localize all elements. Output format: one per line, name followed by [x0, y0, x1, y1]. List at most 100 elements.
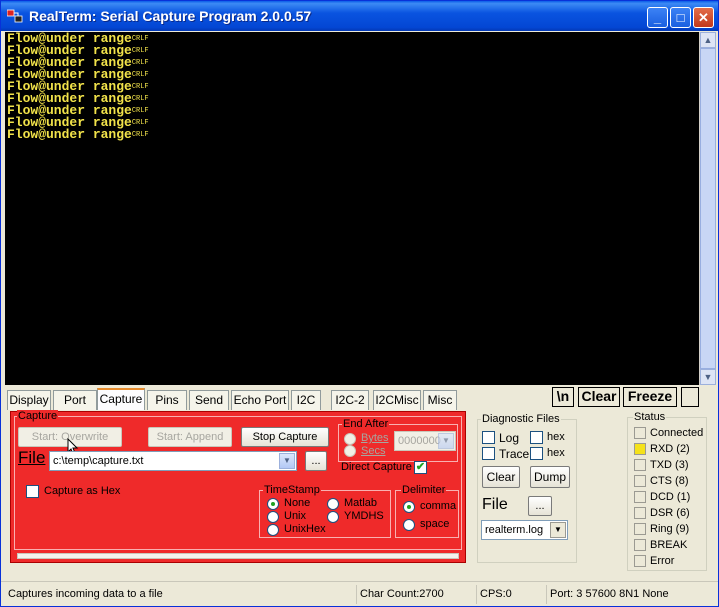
trace-hex-checkbox[interactable]: [530, 447, 543, 460]
error-label: Error: [650, 555, 675, 567]
maximize-button[interactable]: □: [670, 7, 691, 28]
capture-file-path-value: c:\temp\capture.txt: [53, 455, 144, 467]
tab-misc[interactable]: Misc: [423, 390, 457, 410]
start-append-button[interactable]: Start: Append: [148, 427, 232, 447]
dsr-led: [634, 507, 646, 519]
status-label: Status: [633, 411, 667, 423]
delimiter-comma-label: comma: [420, 500, 457, 512]
newline-button[interactable]: \n: [552, 387, 574, 407]
dcd-label: DCD (1): [650, 491, 691, 503]
break-label: BREAK: [650, 539, 688, 551]
timestamp-ymdhs-radio[interactable]: [327, 511, 339, 523]
capture-progress-bar: [17, 553, 459, 559]
log-checkbox[interactable]: [482, 431, 495, 444]
end-after-label: End After: [342, 418, 390, 430]
ring-label: Ring (9): [650, 523, 690, 535]
tab-port[interactable]: Port: [53, 390, 97, 410]
log-label: Log: [499, 431, 520, 445]
char-count: Char Count:2700: [356, 585, 474, 604]
terminal-lines: Flow@under rangeCRLF Flow@under rangeCRLF…: [7, 32, 149, 142]
close-button[interactable]: ✕: [693, 7, 714, 28]
trace-label: Trace: [499, 447, 530, 461]
diag-clear-button[interactable]: Clear: [482, 466, 520, 488]
port-settings: Port: 3 57600 8N1 None: [546, 585, 714, 604]
status-bar: Captures incoming data to a file Char Co…: [1, 581, 718, 606]
diagnostic-files-group: Diagnostic Files Log hex Trace hex Clear…: [477, 413, 577, 563]
terminal-output[interactable]: Flow@under rangeCRLF Flow@under rangeCRLF…: [5, 32, 699, 385]
extra-toggle-button[interactable]: [681, 387, 699, 407]
break-led: [634, 539, 646, 551]
delimiter-group: [395, 490, 459, 538]
browse-capture-file-button[interactable]: ...: [305, 451, 327, 471]
timestamp-unix-radio[interactable]: [267, 511, 279, 523]
end-after-secs-radio[interactable]: [344, 445, 356, 457]
tab-i2c-2[interactable]: I2C-2: [331, 390, 369, 410]
crlf-marker: CRLF: [131, 95, 149, 103]
capture-group-label: Capture: [17, 410, 59, 422]
dsr-label: DSR (6): [650, 507, 690, 519]
tab-capture[interactable]: Capture: [97, 388, 145, 410]
freeze-button[interactable]: Freeze: [623, 387, 677, 407]
delimiter-space-radio[interactable]: [403, 519, 415, 531]
stop-capture-button[interactable]: Stop Capture: [241, 427, 329, 447]
timestamp-none-label: None: [284, 497, 311, 509]
status-hint: Captures incoming data to a file: [8, 588, 163, 600]
capture-file-path[interactable]: c:\temp\capture.txt ▼: [49, 451, 297, 471]
tab-display[interactable]: Display: [7, 390, 51, 410]
capture-as-hex-checkbox[interactable]: [26, 485, 39, 498]
diag-dropdown-icon[interactable]: ▼: [550, 522, 566, 538]
realterm-window: RealTerm: Serial Capture Program 2.0.0.5…: [0, 0, 719, 607]
title-bar[interactable]: RealTerm: Serial Capture Program 2.0.0.5…: [1, 1, 718, 31]
clear-terminal-button[interactable]: Clear: [578, 387, 620, 407]
trace-checkbox[interactable]: [482, 447, 495, 460]
rxd-label: RXD (2): [650, 443, 690, 455]
minimize-button[interactable]: _: [647, 7, 668, 28]
file-label: File: [18, 448, 46, 467]
terminal-line-text: Flow@under range: [7, 127, 132, 142]
end-after-secs-label: Secs: [361, 445, 386, 457]
terminal-line: Flow@under rangeCRLF: [7, 127, 149, 142]
direct-capture-checkbox[interactable]: ✔: [414, 461, 427, 474]
chevron-down-icon[interactable]: ▼: [279, 453, 295, 469]
browse-diag-file-button[interactable]: ...: [528, 496, 552, 516]
terminal-scrollbar[interactable]: ▲ ▼: [699, 32, 716, 385]
log-hex-label: hex: [547, 431, 565, 443]
delimiter-label: Delimiter: [401, 484, 447, 496]
end-after-bytes-radio[interactable]: [344, 433, 356, 445]
crlf-marker: CRLF: [131, 131, 149, 139]
status-group: Status Connected RXD (2) TXD (3) CTS (8)…: [627, 411, 707, 571]
timestamp-none-radio[interactable]: [267, 498, 279, 510]
delimiter-comma-radio[interactable]: [403, 501, 415, 513]
connected-label: Connected: [650, 427, 704, 439]
timestamp-label: TimeStamp: [263, 484, 321, 496]
app-icon: [7, 9, 23, 23]
timestamp-unixhex-radio[interactable]: [267, 524, 279, 536]
crlf-marker: CRLF: [131, 35, 149, 43]
end-after-count-field[interactable]: 0000000 ▼: [394, 431, 456, 451]
direct-capture-label: Direct Capture: [341, 461, 412, 473]
tab-echo-port[interactable]: Echo Port: [231, 390, 289, 410]
timestamp-matlab-radio[interactable]: [327, 498, 339, 510]
crlf-marker: CRLF: [131, 47, 149, 55]
cts-led: [634, 475, 646, 487]
scroll-down-icon[interactable]: ▼: [700, 369, 716, 385]
log-hex-checkbox[interactable]: [530, 431, 543, 444]
end-after-dropdown-icon[interactable]: ▼: [438, 433, 454, 449]
trace-hex-label: hex: [547, 447, 565, 459]
dump-button[interactable]: Dump: [530, 466, 570, 488]
crlf-marker: CRLF: [131, 119, 149, 127]
cts-label: CTS (8): [650, 475, 689, 487]
end-after-bytes-label: Bytes: [361, 432, 389, 444]
tab-pins[interactable]: Pins: [147, 390, 187, 410]
tab-i2c[interactable]: I2C: [291, 390, 321, 410]
delimiter-space-label: space: [420, 518, 450, 530]
diag-file-select[interactable]: realterm.log ▼: [481, 520, 568, 540]
scroll-thumb[interactable]: [700, 48, 716, 369]
tab-send[interactable]: Send: [189, 390, 229, 410]
crlf-marker: CRLF: [131, 59, 149, 67]
diagnostic-files-label: Diagnostic Files: [481, 413, 561, 425]
ring-led: [634, 523, 646, 535]
tab-i2cmisc[interactable]: I2CMisc: [373, 390, 421, 410]
scroll-up-icon[interactable]: ▲: [700, 32, 716, 48]
window-title: RealTerm: Serial Capture Program 2.0.0.5…: [29, 8, 312, 24]
